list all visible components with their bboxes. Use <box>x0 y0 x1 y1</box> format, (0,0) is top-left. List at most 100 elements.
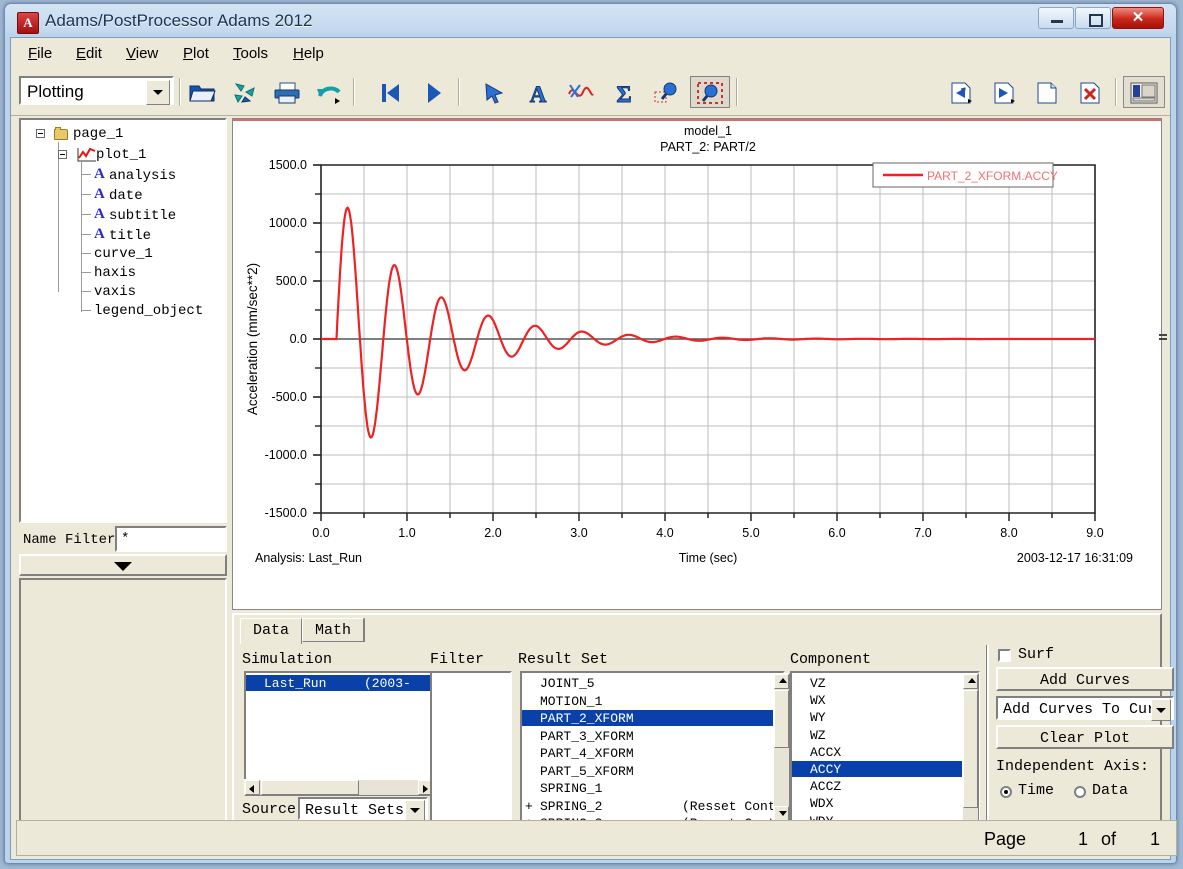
result-set-vscrollbar[interactable] <box>773 673 790 822</box>
page-forward-icon <box>989 80 1019 106</box>
page-back-button[interactable] <box>941 76 981 108</box>
component-vscrollbar[interactable] <box>962 673 979 841</box>
object-tree[interactable]: page_1 plot_1 A analysis <box>19 118 227 523</box>
svg-text:-1000.0: -1000.0 <box>265 448 307 462</box>
list-item[interactable]: ACCZ <box>792 778 978 794</box>
toolbar-separator <box>458 78 460 106</box>
plot-legend[interactable]: PART_2_XFORM.ACCY <box>873 163 1058 187</box>
list-item[interactable]: PART_4_XFORM <box>522 745 783 761</box>
tab-math[interactable]: Math <box>302 618 364 642</box>
radio-data-label: Data <box>1092 782 1128 799</box>
list-item[interactable]: VZ <box>792 675 978 691</box>
x-major-ticks <box>321 513 1095 521</box>
list-item[interactable]: PART_2_XFORM <box>522 710 783 726</box>
plot-canvas[interactable]: PART_2_XFORM.ACCY 1500.0 1000.0 500.0 0.… <box>232 118 1162 610</box>
panel-splitter[interactable] <box>227 118 231 833</box>
list-item[interactable]: PART_5_XFORM <box>522 763 783 779</box>
curve-edit-button[interactable] <box>561 76 601 108</box>
svg-text:8.0: 8.0 <box>1000 526 1017 540</box>
name-filter-input[interactable]: * <box>115 526 227 552</box>
chevron-down-icon[interactable] <box>1151 699 1171 721</box>
menu-help[interactable]: Help <box>286 43 331 64</box>
scroll-thumb[interactable] <box>261 780 359 795</box>
add-curves-mode-combobox[interactable]: Add Curves To Curr <box>996 696 1174 720</box>
delete-page-button[interactable] <box>1070 76 1110 108</box>
svg-text:1000.0: 1000.0 <box>269 216 307 230</box>
list-item[interactable]: ACCY <box>792 761 978 777</box>
list-item[interactable]: +SPRING_2(Resset Contæ <box>522 798 783 814</box>
x-tick-labels: 0.0 1.0 2.0 3.0 4.0 5.0 6.0 7.0 8.0 9.0 <box>312 526 1103 540</box>
delete-page-icon <box>1075 80 1105 106</box>
filter-listbox[interactable] <box>430 671 512 843</box>
close-button[interactable]: ✕ <box>1112 7 1164 29</box>
source-combobox[interactable]: Result Sets <box>298 797 428 820</box>
expander-minus-icon[interactable] <box>58 150 67 159</box>
maximize-button[interactable] <box>1075 7 1111 29</box>
zoom-region-button[interactable] <box>690 76 730 108</box>
component-listbox[interactable]: VZWXWYWZACCXACCYACCZWDXWDYWDZ <box>790 671 980 843</box>
scroll-down-button[interactable] <box>774 806 789 821</box>
zoom-box-icon <box>652 80 682 106</box>
menu-file[interactable]: File <box>21 43 59 64</box>
undo-button[interactable] <box>309 76 349 108</box>
scroll-thumb[interactable] <box>963 690 978 808</box>
text-tool-button[interactable]: A <box>518 76 558 108</box>
add-curves-button[interactable]: Add Curves <box>996 667 1174 691</box>
expand-panel-button[interactable] <box>19 554 227 576</box>
plot-svg: PART_2_XFORM.ACCY 1500.0 1000.0 500.0 0.… <box>233 119 1161 609</box>
print-button[interactable] <box>267 76 307 108</box>
zoom-box-button[interactable] <box>647 76 687 108</box>
new-page-button[interactable] <box>1027 76 1067 108</box>
layout-button[interactable] <box>1123 76 1165 108</box>
svg-text:7.0: 7.0 <box>914 526 931 540</box>
open-folder-icon <box>188 80 218 106</box>
list-item[interactable]: PART_3_XFORM <box>522 728 783 744</box>
list-item[interactable]: WDX <box>792 795 978 811</box>
scroll-up-button[interactable] <box>963 674 978 689</box>
expander-plus-icon[interactable]: + <box>525 799 533 814</box>
simulation-listbox[interactable]: Last_Run(2003- <box>244 671 434 781</box>
scroll-up-button[interactable] <box>774 674 789 689</box>
radio-time[interactable] <box>1000 786 1012 798</box>
result-set-listbox[interactable]: JOINT_5MOTION_1PART_2_XFORMPART_3_XFORMP… <box>520 671 785 824</box>
menu-plot[interactable]: Plot <box>176 43 216 64</box>
list-item[interactable]: ACCX <box>792 744 978 760</box>
scroll-left-button[interactable] <box>245 780 260 795</box>
minimize-button[interactable] <box>1038 7 1074 29</box>
menu-tools[interactable]: Tools <box>226 43 275 64</box>
plot-resize-handle[interactable] <box>1159 329 1167 339</box>
tab-strip-divider <box>364 618 365 642</box>
expander-minus-icon[interactable] <box>36 129 45 138</box>
menu-view[interactable]: View <box>119 43 165 64</box>
chevron-down-icon[interactable] <box>146 80 170 105</box>
menu-edit[interactable]: Edit <box>69 43 109 64</box>
reload-button[interactable] <box>225 76 265 108</box>
select-tool-button[interactable] <box>475 76 515 108</box>
clear-plot-button[interactable]: Clear Plot <box>996 725 1174 749</box>
statistics-button[interactable]: Σ <box>604 76 644 108</box>
list-item[interactable]: SPRING_1 <box>522 780 783 796</box>
list-item[interactable]: Last_Run(2003- <box>246 675 432 691</box>
list-item[interactable]: WX <box>792 692 978 708</box>
radio-data[interactable] <box>1074 786 1086 798</box>
list-item[interactable]: JOINT_5 <box>522 675 783 691</box>
mode-combobox[interactable]: Plotting <box>19 76 174 105</box>
tab-data[interactable]: Data <box>240 618 302 644</box>
page-forward-button[interactable] <box>984 76 1024 108</box>
text-A-icon: A <box>94 186 105 203</box>
toolbar-separator <box>736 78 738 106</box>
first-page-button[interactable] <box>371 76 411 108</box>
simulation-hscrollbar[interactable] <box>244 779 434 796</box>
new-page-icon <box>1032 80 1062 106</box>
list-item[interactable]: MOTION_1 <box>522 693 783 709</box>
svg-text:2.0: 2.0 <box>484 526 501 540</box>
result-set-label: Result Set <box>518 651 608 668</box>
list-item[interactable]: WY <box>792 709 978 725</box>
scroll-thumb[interactable] <box>774 690 789 748</box>
chevron-down-icon[interactable] <box>405 800 425 821</box>
chart-ylabel: Acceleration (mm/sec**2) <box>245 263 260 415</box>
next-page-button[interactable] <box>414 76 454 108</box>
list-item[interactable]: WZ <box>792 727 978 743</box>
surf-checkbox[interactable] <box>998 649 1011 662</box>
open-folder-button[interactable] <box>183 76 223 108</box>
